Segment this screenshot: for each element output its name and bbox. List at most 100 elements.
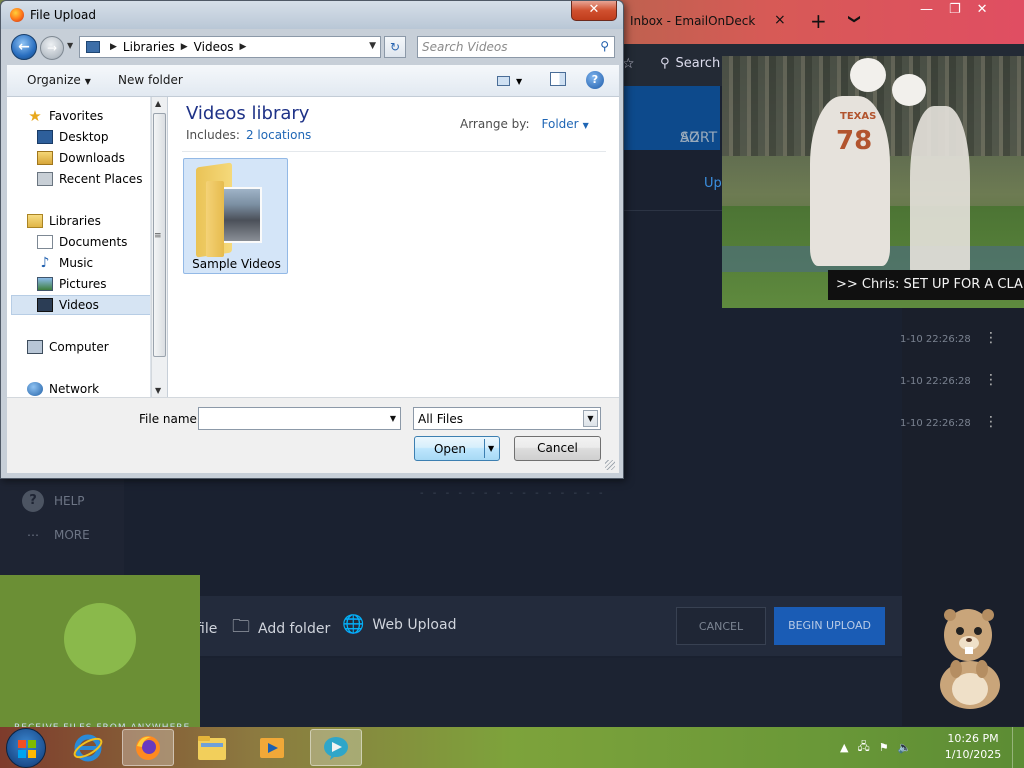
- includes-locations-link[interactable]: 2 locations: [246, 128, 311, 142]
- documents-icon: [37, 235, 53, 249]
- open-button[interactable]: Open ▼: [414, 436, 500, 461]
- show-desktop-button[interactable]: [1012, 727, 1024, 768]
- libraries-icon: [86, 41, 100, 53]
- video-helmet: [892, 74, 926, 106]
- nav-item-documents[interactable]: Documents: [37, 235, 127, 249]
- organize-chevron-icon: ▼: [84, 77, 91, 86]
- nav-item-recent-places[interactable]: Recent Places: [37, 172, 142, 186]
- file-name-combo[interactable]: ▼: [198, 407, 401, 430]
- address-dropdown-chevron-icon[interactable]: ▼: [369, 41, 376, 51]
- nav-item-label: Downloads: [59, 151, 125, 165]
- add-folder-button[interactable]: 🗀 Add folder: [232, 614, 330, 644]
- breadcrumb-separator-icon[interactable]: ▶: [110, 42, 117, 52]
- nav-help[interactable]: ? HELP: [22, 490, 85, 512]
- file-list-pane: Videos library Includes: 2 locations Arra…: [168, 97, 619, 397]
- change-view-button[interactable]: ▼: [497, 72, 531, 90]
- file-type-select[interactable]: All Files ▼: [413, 407, 601, 430]
- more-options-icon[interactable]: ⋮: [984, 372, 998, 388]
- search-icon[interactable]: ⚲: [600, 39, 609, 53]
- breadcrumb-separator-icon[interactable]: ▶: [181, 42, 188, 52]
- nav-item-downloads[interactable]: Downloads: [37, 151, 125, 165]
- back-button[interactable]: ←: [11, 34, 37, 60]
- file-date: 1-10 22:26:28: [900, 418, 971, 429]
- close-window-button[interactable]: ✕: [977, 2, 988, 17]
- library-title: Videos library: [186, 103, 310, 124]
- folder-item-sample-videos[interactable]: Sample Videos: [183, 158, 288, 274]
- file-name-input[interactable]: [202, 409, 382, 428]
- breadcrumb-libraries[interactable]: Libraries: [123, 40, 175, 54]
- taskbar-firefox[interactable]: [122, 729, 174, 766]
- system-tray: ▲ 🖧 ⚑ 🔈: [840, 727, 911, 768]
- split-divider: [484, 439, 485, 458]
- tab-close-icon[interactable]: ×: [774, 12, 786, 28]
- tab-list-chevron-icon[interactable]: ❯: [848, 14, 862, 24]
- file-type-chevron-icon[interactable]: ▼: [583, 410, 598, 427]
- search-videos-box[interactable]: ⚲: [417, 36, 615, 58]
- cancel-upload-button[interactable]: CANCEL: [676, 607, 766, 645]
- scroll-up-arrow-icon[interactable]: ▲: [155, 99, 161, 108]
- browser-tab-title[interactable]: Inbox - EmailOnDeck: [630, 14, 755, 28]
- nav-pane-scrollbar[interactable]: ▲ ≡ ▼: [151, 97, 167, 397]
- nav-more[interactable]: ⋯ MORE: [22, 528, 90, 542]
- nav-computer[interactable]: Computer: [27, 340, 109, 354]
- dialog-title-bar[interactable]: File Upload ✕: [1, 1, 623, 29]
- media-player-icon: [260, 737, 284, 758]
- nav-item-pictures[interactable]: Pictures: [37, 277, 107, 291]
- add-folder-icon: 🗀: [232, 616, 250, 637]
- nav-network[interactable]: Network: [27, 382, 99, 396]
- refresh-button[interactable]: ↻: [384, 36, 406, 58]
- taskbar-app[interactable]: [310, 729, 362, 766]
- more-options-icon[interactable]: ⋮: [984, 330, 998, 346]
- more-options-icon[interactable]: ⋮: [984, 414, 998, 430]
- arrange-by-dropdown[interactable]: Folder: [542, 117, 579, 131]
- internet-explorer-icon: [73, 734, 103, 761]
- nav-item-music[interactable]: ♪ Music: [37, 256, 94, 270]
- taskbar-clock[interactable]: 10:26 PM 1/10/2025: [940, 731, 1006, 763]
- organize-button[interactable]: Organize ▼: [27, 73, 91, 87]
- search-videos-input[interactable]: [422, 38, 592, 56]
- arrange-chevron-icon[interactable]: ▼: [583, 121, 589, 130]
- nav-favorites-label: Favorites: [49, 109, 104, 123]
- file-type-value: All Files: [418, 412, 464, 426]
- resize-grip-icon[interactable]: [605, 460, 615, 470]
- minimize-button[interactable]: —: [920, 2, 933, 17]
- open-options-chevron-icon[interactable]: ▼: [488, 444, 494, 453]
- network-tray-icon[interactable]: 🖧: [857, 738, 869, 757]
- action-center-flag-icon[interactable]: ⚑: [879, 741, 889, 754]
- taskbar-explorer[interactable]: [186, 729, 238, 766]
- taskbar-media-player[interactable]: [246, 729, 298, 766]
- tray-expand-icon[interactable]: ▲: [840, 741, 848, 754]
- sort-button[interactable]: AZ SORT: [620, 86, 720, 150]
- breadcrumb-videos[interactable]: Videos: [194, 40, 234, 54]
- web-upload-button[interactable]: 🌐 Web Upload: [342, 614, 456, 635]
- scroll-down-arrow-icon[interactable]: ▼: [155, 386, 161, 395]
- breadcrumb-separator-icon[interactable]: ▶: [240, 42, 247, 52]
- new-folder-button[interactable]: New folder: [118, 73, 183, 87]
- nav-item-label: Desktop: [59, 130, 109, 144]
- cancel-button[interactable]: Cancel: [514, 436, 601, 461]
- webapp-search[interactable]: ⚲ Search: [660, 56, 720, 71]
- taskbar-internet-explorer[interactable]: [62, 729, 114, 766]
- begin-upload-button[interactable]: BEGIN UPLOAD: [774, 607, 885, 645]
- preview-pane-button[interactable]: [550, 72, 566, 86]
- scrollbar-grip-icon: ≡: [154, 231, 162, 241]
- sort-label: SORT: [680, 130, 718, 146]
- box-icon: [64, 603, 136, 675]
- nav-item-desktop[interactable]: Desktop: [37, 130, 109, 144]
- address-breadcrumb[interactable]: ▶ Libraries ▶ Videos ▶ ▼: [79, 36, 381, 58]
- help-button[interactable]: ?: [586, 71, 604, 89]
- forward-button[interactable]: →: [40, 36, 64, 60]
- jersey-number: 78: [836, 126, 873, 156]
- recent-locations-chevron-icon[interactable]: ▼: [67, 41, 73, 50]
- start-button[interactable]: [6, 728, 46, 768]
- maximize-button[interactable]: ❐: [949, 2, 961, 17]
- volume-muted-icon[interactable]: 🔈: [898, 741, 912, 754]
- new-tab-button[interactable]: +: [810, 9, 827, 33]
- dialog-close-button[interactable]: ✕: [571, 1, 617, 21]
- navigation-pane: ★ Favorites Desktop Downloads Recent Pla…: [7, 97, 151, 397]
- nav-item-videos[interactable]: Videos: [37, 298, 99, 312]
- nav-libraries[interactable]: Libraries: [27, 214, 101, 228]
- file-name-chevron-icon[interactable]: ▼: [390, 414, 396, 423]
- upload-link[interactable]: Up: [704, 176, 722, 191]
- nav-favorites[interactable]: ★ Favorites: [27, 109, 104, 124]
